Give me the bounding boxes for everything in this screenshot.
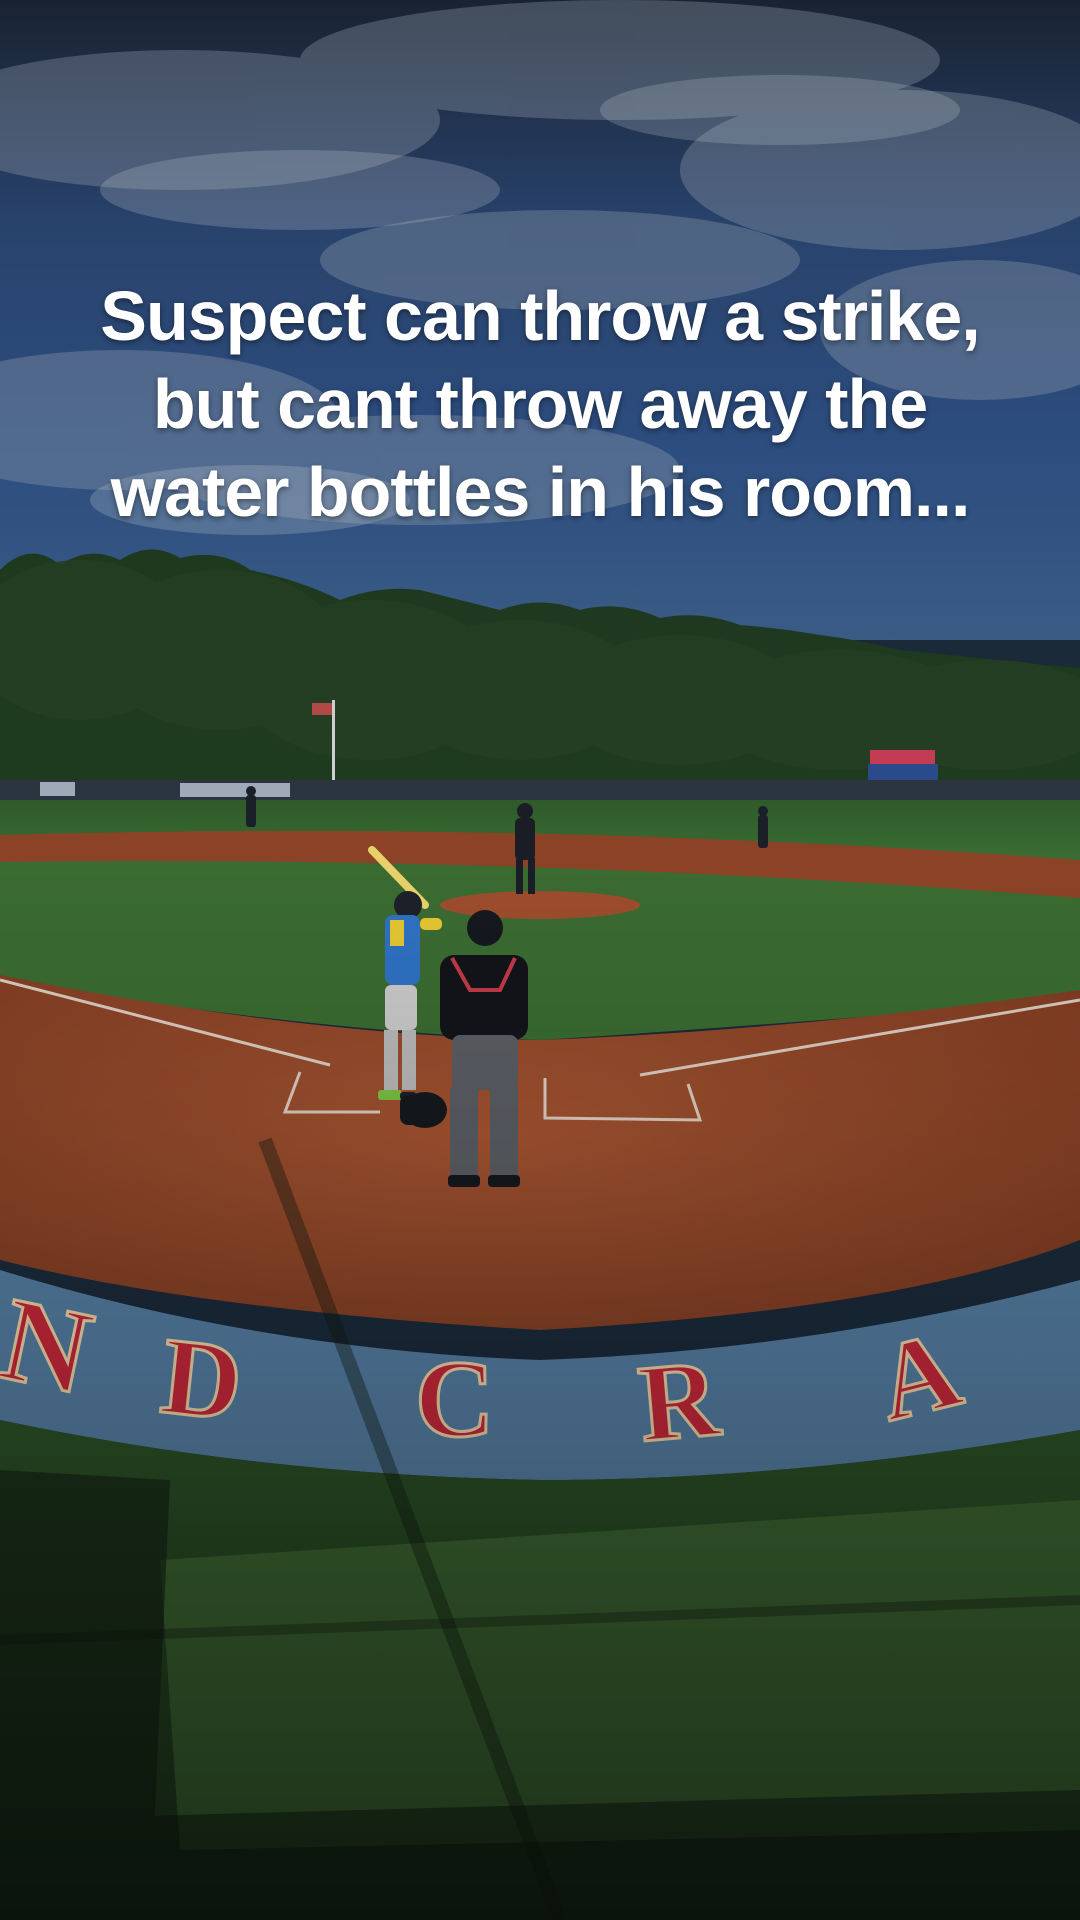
caption-line-1: Suspect can throw a strike,	[100, 277, 980, 355]
caption-line-2: but cant throw away the	[152, 365, 928, 443]
logo-letter-d: D	[156, 1314, 248, 1444]
logo-letter-c: C	[415, 1338, 494, 1460]
flag	[312, 703, 332, 715]
caption-overlay: Suspect can throw a strike, but cant thr…	[20, 272, 1060, 536]
caption-line-3: water bottles in his room...	[110, 453, 971, 531]
catcher	[400, 1092, 447, 1128]
logo-letter-r: R	[634, 1336, 725, 1465]
flag-pole	[332, 700, 335, 785]
pitchers-mound	[440, 891, 640, 919]
outfield-wall	[0, 780, 1080, 802]
